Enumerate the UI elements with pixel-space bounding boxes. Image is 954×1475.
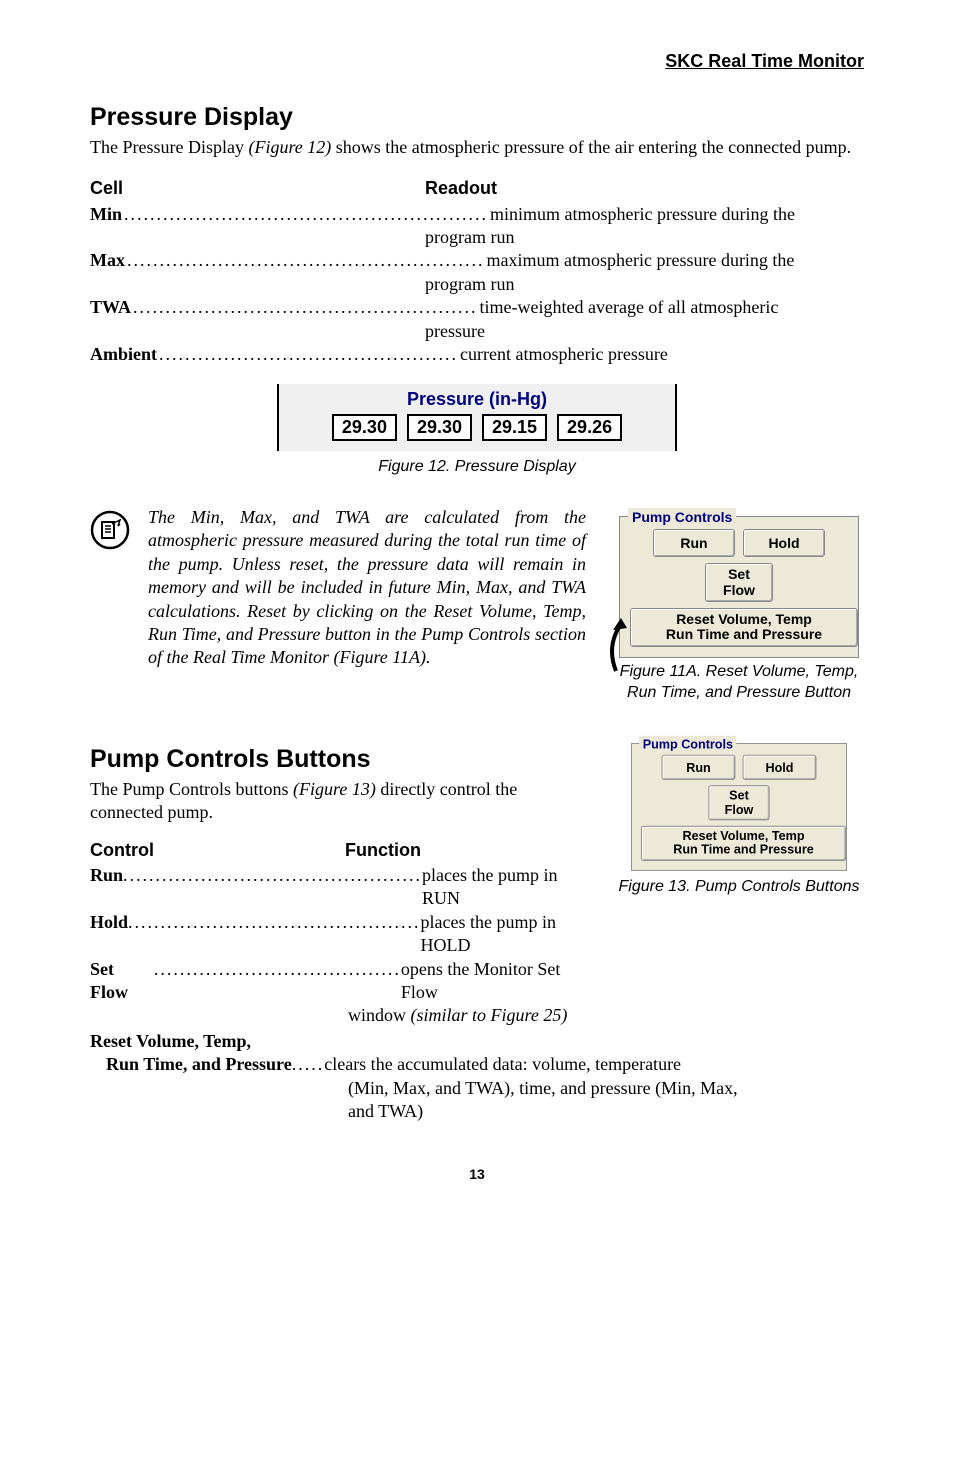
reset-volume-head: Reset Volume, Temp, [90, 1030, 864, 1053]
intro-text-c: shows the atmospheric pressure of the ai… [331, 137, 851, 157]
setflow2-l2: Flow [725, 802, 754, 816]
reset-button[interactable]: Reset Volume, TempRun Time and Pressure [630, 608, 858, 647]
run-ctl-label: Run [90, 864, 123, 887]
pressure-display-title: Pressure Display [90, 101, 864, 134]
reset-sub-label: Run Time, and Pressure [106, 1053, 292, 1076]
set-flow-button[interactable]: SetFlow [705, 563, 773, 602]
setflow2-l1: Set [729, 788, 749, 802]
reset-l2: Run Time and Pressure [666, 626, 822, 642]
max-label: Max [90, 249, 125, 272]
dots: ........................................… [157, 343, 460, 366]
pump-controls-title: Pump Controls Buttons [90, 743, 594, 776]
setflow-cont-a: window [348, 1005, 411, 1025]
reset2-l1: Reset Volume, Temp [682, 829, 804, 843]
run-ctl-desc: places the pump in RUN [422, 864, 594, 911]
header-readout: Readout [425, 177, 497, 200]
dots: ........................................… [131, 296, 480, 319]
reset-l1: Reset Volume, Temp [676, 611, 812, 627]
hold-button-2[interactable]: Hold [743, 755, 817, 780]
hold-ctl-label: Hold [90, 911, 128, 934]
twa-cont: pressure [90, 320, 864, 343]
s2-intro-a: The Pump Controls buttons [90, 779, 293, 799]
dots: ........................................… [122, 203, 490, 226]
pressure-intro: The Pressure Display (Figure 12) shows t… [90, 136, 864, 159]
cell-readout-header: Cell Readout [90, 177, 864, 200]
run-button-2[interactable]: Run [662, 755, 736, 780]
setflow-ctl-desc: opens the Monitor Set Flow [401, 958, 594, 1005]
dots: ........................................… [125, 249, 487, 272]
pressure-def-list: Min.....................................… [90, 203, 864, 367]
dots: ...................................... [154, 958, 401, 981]
reset-cont1: (Min, Max, and TWA), time, and pressure … [90, 1077, 864, 1100]
header-control: Control [90, 839, 345, 862]
note-block: The Min, Max, and TWA are calculated fro… [90, 506, 864, 703]
pressure-cell-twa: 29.15 [482, 414, 547, 441]
pump-legend: Pump Controls [628, 508, 736, 526]
pump-controls-box-fig13: Pump Controls Run Hold SetFlow Reset Vol… [631, 743, 847, 871]
pump-controls-box-fig11a: Pump Controls Run Hold SetFlow Reset Vol… [619, 516, 859, 658]
min-cont: program run [90, 226, 864, 249]
max-cont: program run [90, 273, 864, 296]
intro-text-a: The Pressure Display [90, 137, 248, 157]
twa-label: TWA [90, 296, 131, 319]
reset2-l2: Run Time and Pressure [673, 843, 814, 857]
reset-dots: ..... [292, 1053, 325, 1076]
ambient-label: Ambient [90, 343, 157, 366]
pressure-cell-max: 29.30 [407, 414, 472, 441]
hold-button[interactable]: Hold [743, 529, 825, 557]
setflow-ctl-label: Set Flow [90, 958, 154, 1005]
fig11a-caption: Figure 11A. Reset Volume, Temp, Run Time… [614, 662, 864, 704]
fig12-caption: Figure 12. Pressure Display [90, 457, 864, 478]
min-desc: minimum atmospheric pressure during the [490, 203, 864, 226]
reset-desc: clears the accumulated data: volume, tem… [324, 1053, 681, 1076]
min-label: Min [90, 203, 122, 226]
control-function-header: Control Function [90, 839, 594, 862]
note-icon [90, 510, 130, 550]
setflow-l1: Set [728, 566, 750, 582]
pressure-figure: Pressure (in-Hg) 29.30 29.30 29.15 29.26 [277, 384, 677, 451]
set-flow-button-2[interactable]: SetFlow [708, 786, 769, 821]
intro-figref: (Figure 12) [248, 137, 331, 157]
setflow-cont-b: (similar to Figure 25) [411, 1005, 568, 1025]
pump-legend-2: Pump Controls [639, 736, 737, 752]
header-cell: Cell [90, 177, 425, 200]
dots: ........................................… [123, 864, 422, 887]
page-number: 13 [90, 1165, 864, 1183]
pressure-cell-min: 29.30 [332, 414, 397, 441]
page-header: SKC Real Time Monitor [90, 50, 864, 73]
dots: ........................................… [128, 911, 421, 934]
note-text: The Min, Max, and TWA are calculated fro… [148, 506, 596, 670]
hold-ctl-desc: places the pump in HOLD [421, 911, 594, 958]
twa-desc: time-weighted average of all atmospheric [480, 296, 864, 319]
max-desc: maximum atmospheric pressure during the [487, 249, 865, 272]
ambient-desc: current atmospheric pressure [460, 343, 864, 366]
pressure-fig-title: Pressure (in-Hg) [289, 388, 665, 411]
pump-controls-intro: The Pump Controls buttons (Figure 13) di… [90, 778, 594, 825]
reset-button-2[interactable]: Reset Volume, TempRun Time and Pressure [641, 826, 846, 861]
reset-cont2: and TWA) [90, 1100, 864, 1123]
setflow-cont: window (similar to Figure 25) [90, 1004, 594, 1027]
pointer-arrow-icon [601, 616, 651, 676]
s2-intro-figref: (Figure 13) [293, 779, 376, 799]
setflow-l2: Flow [723, 582, 755, 598]
fig13-caption: Figure 13. Pump Controls Buttons [618, 877, 859, 898]
pressure-cell-ambient: 29.26 [557, 414, 622, 441]
header-function: Function [345, 839, 421, 862]
run-button[interactable]: Run [653, 529, 735, 557]
